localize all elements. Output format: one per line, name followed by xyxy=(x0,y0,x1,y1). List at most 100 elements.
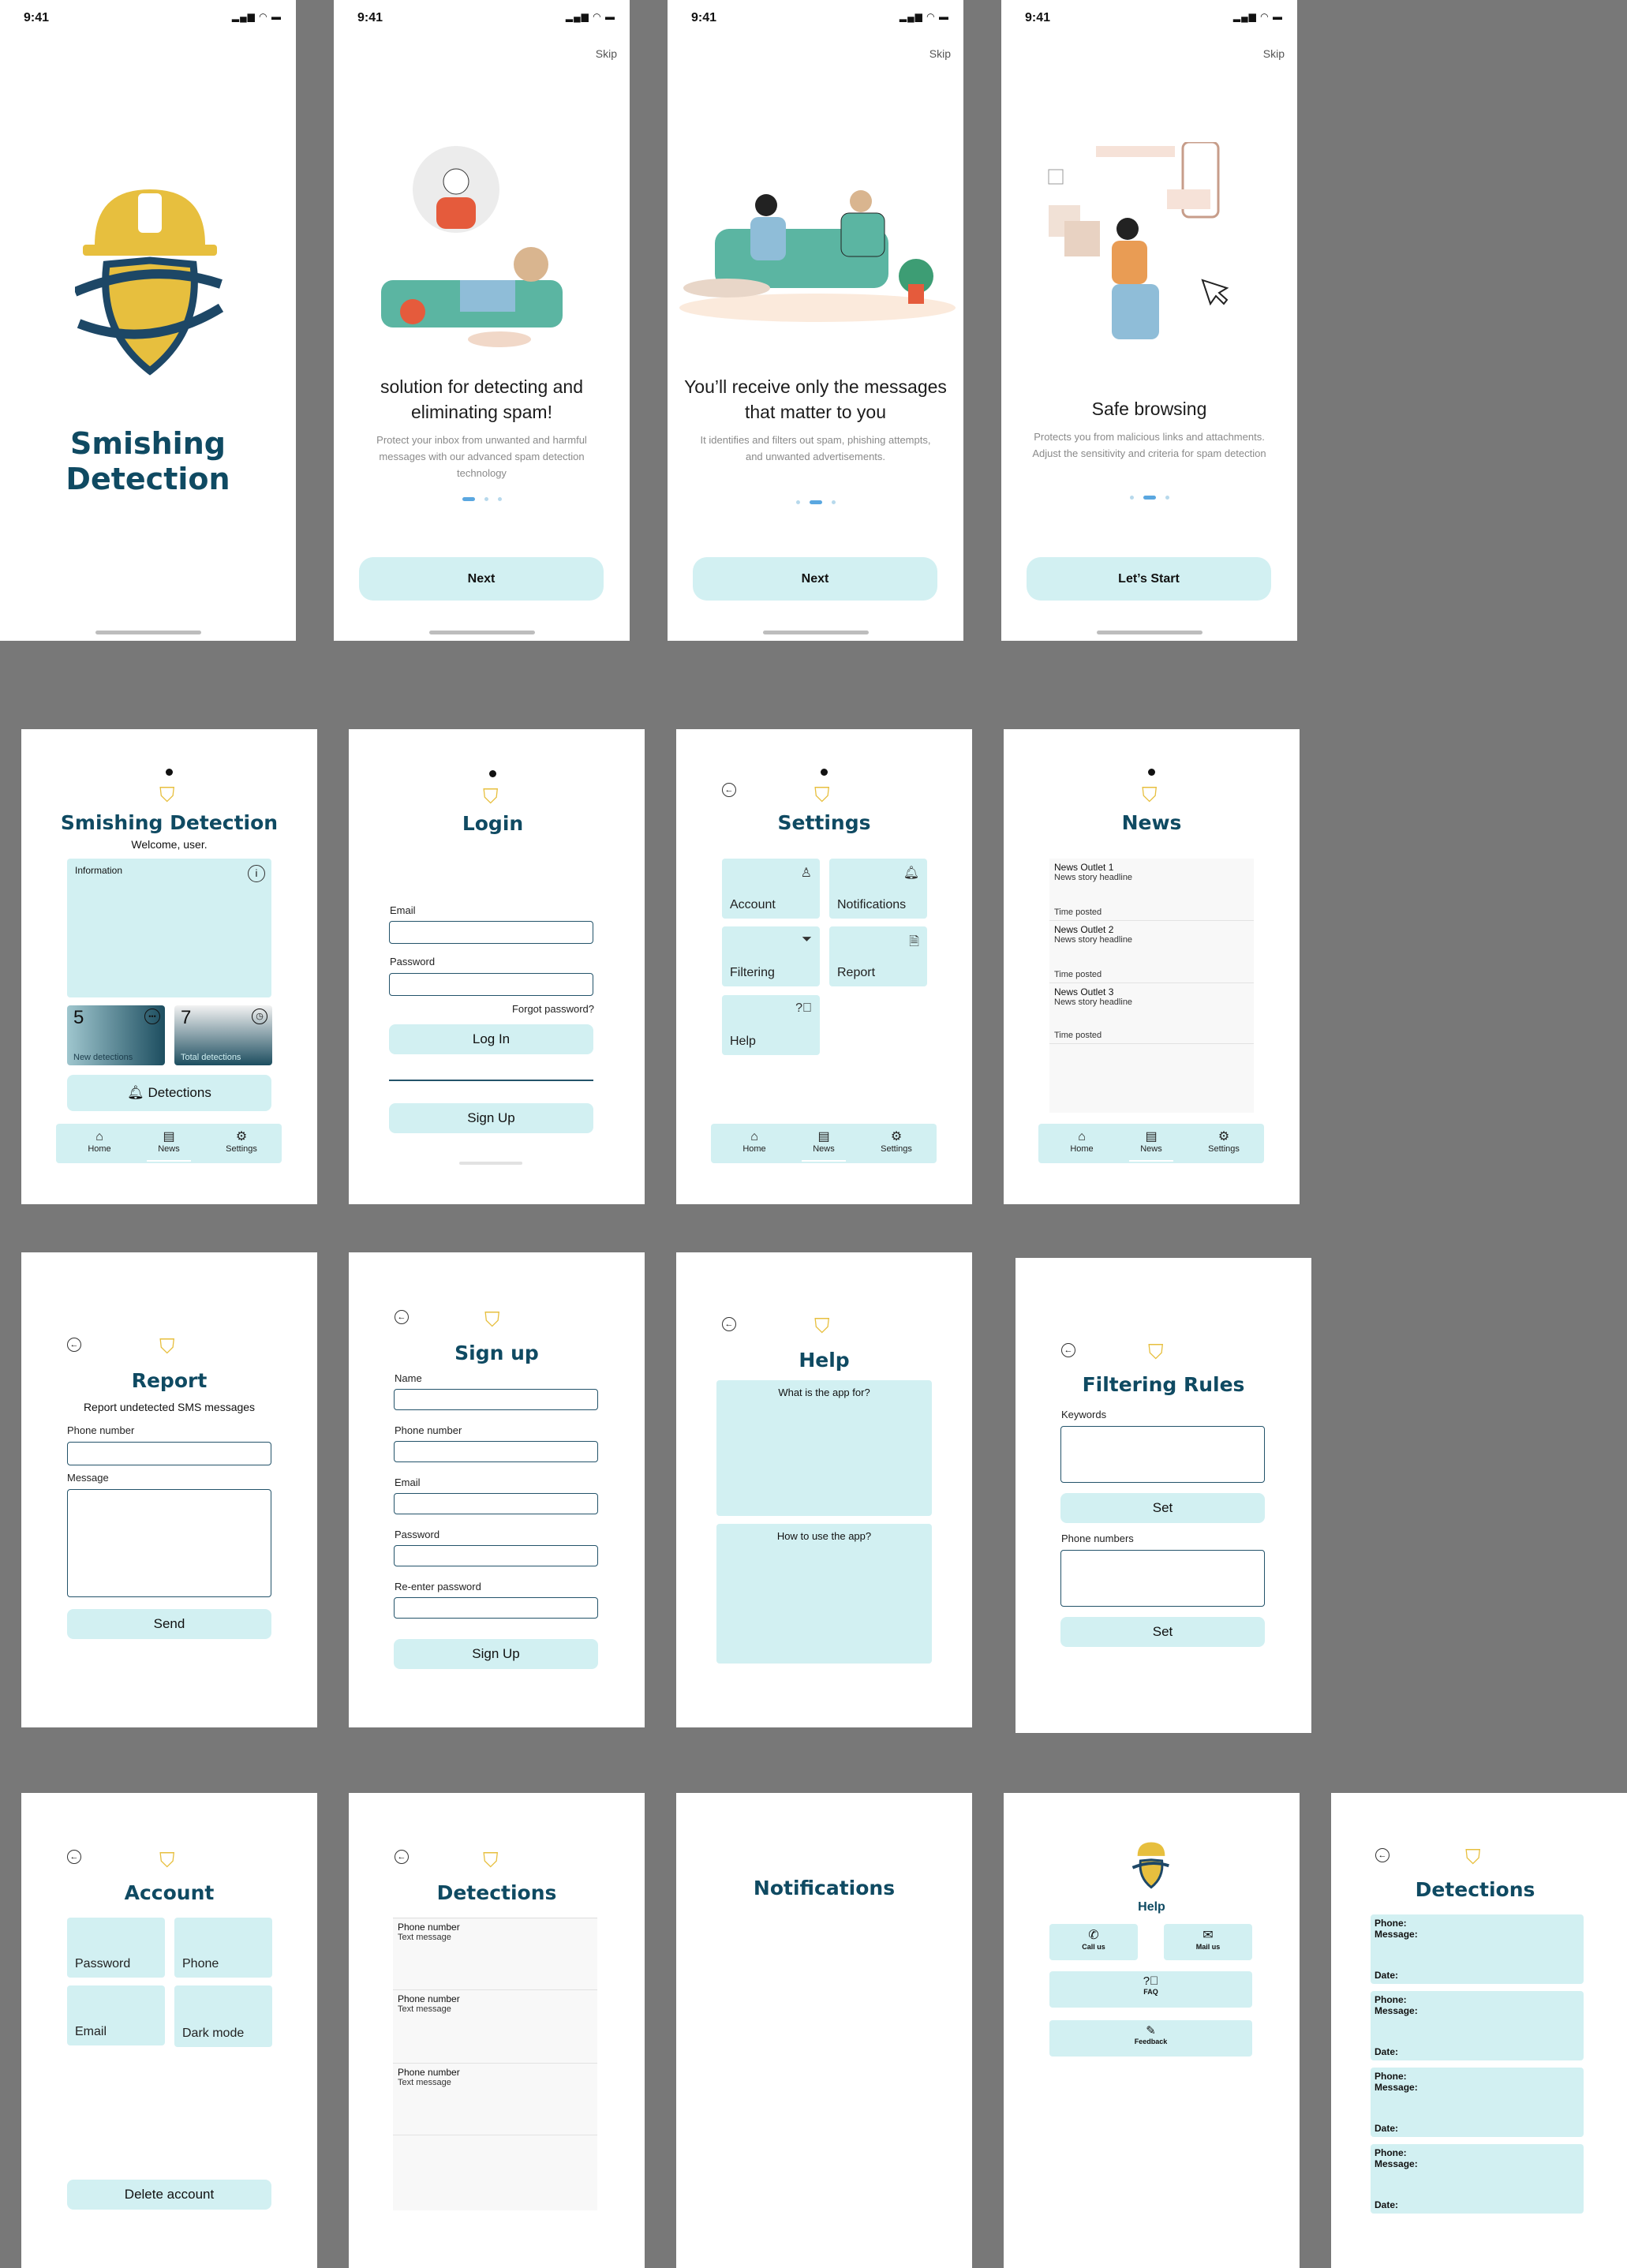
nav-settings[interactable]: ⚙ Settings xyxy=(873,1130,920,1154)
reenter-password-field[interactable] xyxy=(394,1597,598,1619)
back-arrow-icon[interactable]: ← xyxy=(395,1310,409,1324)
message-field[interactable] xyxy=(67,1489,271,1597)
login-button[interactable]: Log In xyxy=(389,1024,593,1054)
phone-field[interactable] xyxy=(67,1442,271,1465)
detections-button[interactable]: 🔔︎ Detections xyxy=(67,1075,271,1111)
back-arrow-icon[interactable]: ← xyxy=(1061,1343,1075,1357)
nav-news[interactable]: ▤ News xyxy=(1128,1130,1175,1154)
mail-icon: ✉ xyxy=(1202,1929,1214,1942)
status-icons: ▂▄▆ ◠ ▬ xyxy=(565,11,615,22)
shield-logo-icon: ⛉ xyxy=(1465,1845,1481,1869)
set-phones-button[interactable]: Set xyxy=(1060,1617,1265,1647)
faq-card-1[interactable]: What is the app for? xyxy=(716,1380,932,1516)
camera-dot xyxy=(1148,769,1155,776)
camera-dot xyxy=(489,770,496,777)
signup-button[interactable]: Sign Up xyxy=(389,1103,593,1133)
password-field[interactable] xyxy=(389,973,593,996)
signup-button[interactable]: Sign Up xyxy=(394,1639,598,1669)
splash-title-line2: Detection xyxy=(65,462,230,496)
phone-numbers-field[interactable] xyxy=(1060,1550,1265,1607)
nav-news[interactable]: ▤ News xyxy=(145,1130,193,1154)
back-arrow-icon[interactable]: ← xyxy=(1375,1848,1389,1862)
information-card[interactable]: Information i xyxy=(67,859,271,997)
home-screen: ⛉ Smishing Detection Welcome, user. Info… xyxy=(21,729,317,1204)
faq-card-2[interactable]: How to use the app? xyxy=(716,1524,932,1664)
nav-settings[interactable]: ⚙ Settings xyxy=(1200,1130,1247,1154)
status-time: 9:41 xyxy=(24,11,50,24)
welcome-text: Welcome, user. xyxy=(131,838,208,851)
skip-button[interactable]: Skip xyxy=(1263,47,1285,60)
detection-card[interactable]: Phone: Message: Date: xyxy=(1371,1914,1584,1984)
filtering-tile[interactable]: ⏷ Filtering xyxy=(722,926,820,986)
back-arrow-icon[interactable]: ← xyxy=(722,783,736,797)
mail-us-button[interactable]: ✉ Mail us xyxy=(1164,1924,1252,1960)
nav-home[interactable]: ⌂ Home xyxy=(76,1130,123,1154)
back-arrow-icon[interactable]: ← xyxy=(395,1850,409,1864)
skip-button[interactable]: Skip xyxy=(596,47,617,60)
forgot-password-link[interactable]: Forgot password? xyxy=(512,1003,594,1015)
back-arrow-icon[interactable]: ← xyxy=(67,1338,81,1352)
filtering-screen: ← ⛉ Filtering Rules Keywords Set Phone n… xyxy=(1015,1258,1311,1733)
call-us-button[interactable]: ✆ Call us xyxy=(1049,1924,1138,1960)
notifications-tile[interactable]: 🔔︎ Notifications xyxy=(829,859,927,919)
nav-settings-label: Settings xyxy=(881,1144,912,1154)
nav-home[interactable]: ⌂ Home xyxy=(1058,1130,1105,1154)
detection-card[interactable]: Phone: Message: Date: xyxy=(1371,1991,1584,2060)
new-detections-card[interactable]: 5 ••• New detections xyxy=(67,1005,165,1065)
news-item[interactable]: News Outlet 3 News story headline Time p… xyxy=(1049,983,1254,1044)
faq-question-2: How to use the app? xyxy=(776,1530,872,1542)
nav-news[interactable]: ▤ News xyxy=(800,1130,847,1154)
account-tile[interactable]: ♙ Account xyxy=(722,859,820,919)
email-tile[interactable]: Email xyxy=(67,1985,165,2045)
phone-tile[interactable]: Phone xyxy=(174,1918,272,1978)
detection-text: Text message xyxy=(398,2078,451,2087)
news-item[interactable]: News Outlet 2 News story headline Time p… xyxy=(1049,921,1254,983)
nav-settings[interactable]: ⚙ Settings xyxy=(218,1130,265,1154)
detection-card[interactable]: Phone: Message: Date: xyxy=(1371,2068,1584,2137)
faq-button[interactable]: ?⃝ FAQ xyxy=(1049,1971,1252,2008)
password-tile[interactable]: Password xyxy=(67,1918,165,1978)
detection-item[interactable]: Phone number Text message xyxy=(393,1918,597,1990)
dark-mode-label: Dark mode xyxy=(182,2027,245,2040)
nav-news-label: News xyxy=(158,1144,180,1154)
password-label: Password xyxy=(395,1529,440,1540)
gear-icon: ⚙ xyxy=(890,1130,903,1143)
total-detections-count: 7 xyxy=(181,1007,192,1028)
total-detections-card[interactable]: 7 ◷ Total detections xyxy=(174,1005,272,1065)
nav-active-indicator xyxy=(147,1160,191,1162)
shield-logo-icon: ⛉ xyxy=(484,1308,500,1331)
back-arrow-icon[interactable]: ← xyxy=(67,1850,81,1864)
detection-card[interactable]: Phone: Message: Date: xyxy=(1371,2144,1584,2214)
phone-field[interactable] xyxy=(394,1441,598,1462)
next-button[interactable]: Next xyxy=(359,557,604,601)
detection-item[interactable]: Phone number Text message xyxy=(393,1990,597,2064)
lets-start-button[interactable]: Let’s Start xyxy=(1027,557,1271,601)
filter-icon: ⏷ xyxy=(802,933,812,946)
report-tile[interactable]: 🗎 Report xyxy=(829,926,927,986)
password-label: Password xyxy=(390,956,436,967)
card-phone-label: Phone: xyxy=(1375,1994,1407,2005)
info-icon[interactable]: i xyxy=(248,865,265,882)
home-indicator xyxy=(762,631,869,634)
email-label: Email xyxy=(390,904,416,916)
delete-account-button[interactable]: Delete account xyxy=(67,2180,271,2210)
dark-mode-tile[interactable]: Dark mode xyxy=(174,1985,272,2047)
bottom-nav: ⌂ Home ▤ News ⚙ Settings xyxy=(711,1124,937,1163)
news-item[interactable]: News Outlet 1 News story headline Time p… xyxy=(1049,859,1254,921)
next-button[interactable]: Next xyxy=(693,557,937,601)
feedback-button[interactable]: ✎ Feedback xyxy=(1049,2020,1252,2057)
set-keywords-button[interactable]: Set xyxy=(1060,1493,1265,1523)
password-field[interactable] xyxy=(394,1545,598,1566)
name-field[interactable] xyxy=(394,1389,598,1410)
skip-button[interactable]: Skip xyxy=(929,47,951,60)
email-field[interactable] xyxy=(394,1493,598,1514)
detection-item[interactable]: Phone number Text message xyxy=(393,2064,597,2135)
back-arrow-icon[interactable]: ← xyxy=(722,1317,736,1331)
nav-home[interactable]: ⌂ Home xyxy=(731,1130,778,1154)
status-icons: ▂▄▆ ◠ ▬ xyxy=(899,11,949,22)
help-tile[interactable]: ?⃝ Help xyxy=(722,995,820,1055)
send-button[interactable]: Send xyxy=(67,1609,271,1639)
mail-us-label: Mail us xyxy=(1195,1943,1221,1951)
email-field[interactable] xyxy=(389,921,593,944)
keywords-field[interactable] xyxy=(1060,1426,1265,1483)
